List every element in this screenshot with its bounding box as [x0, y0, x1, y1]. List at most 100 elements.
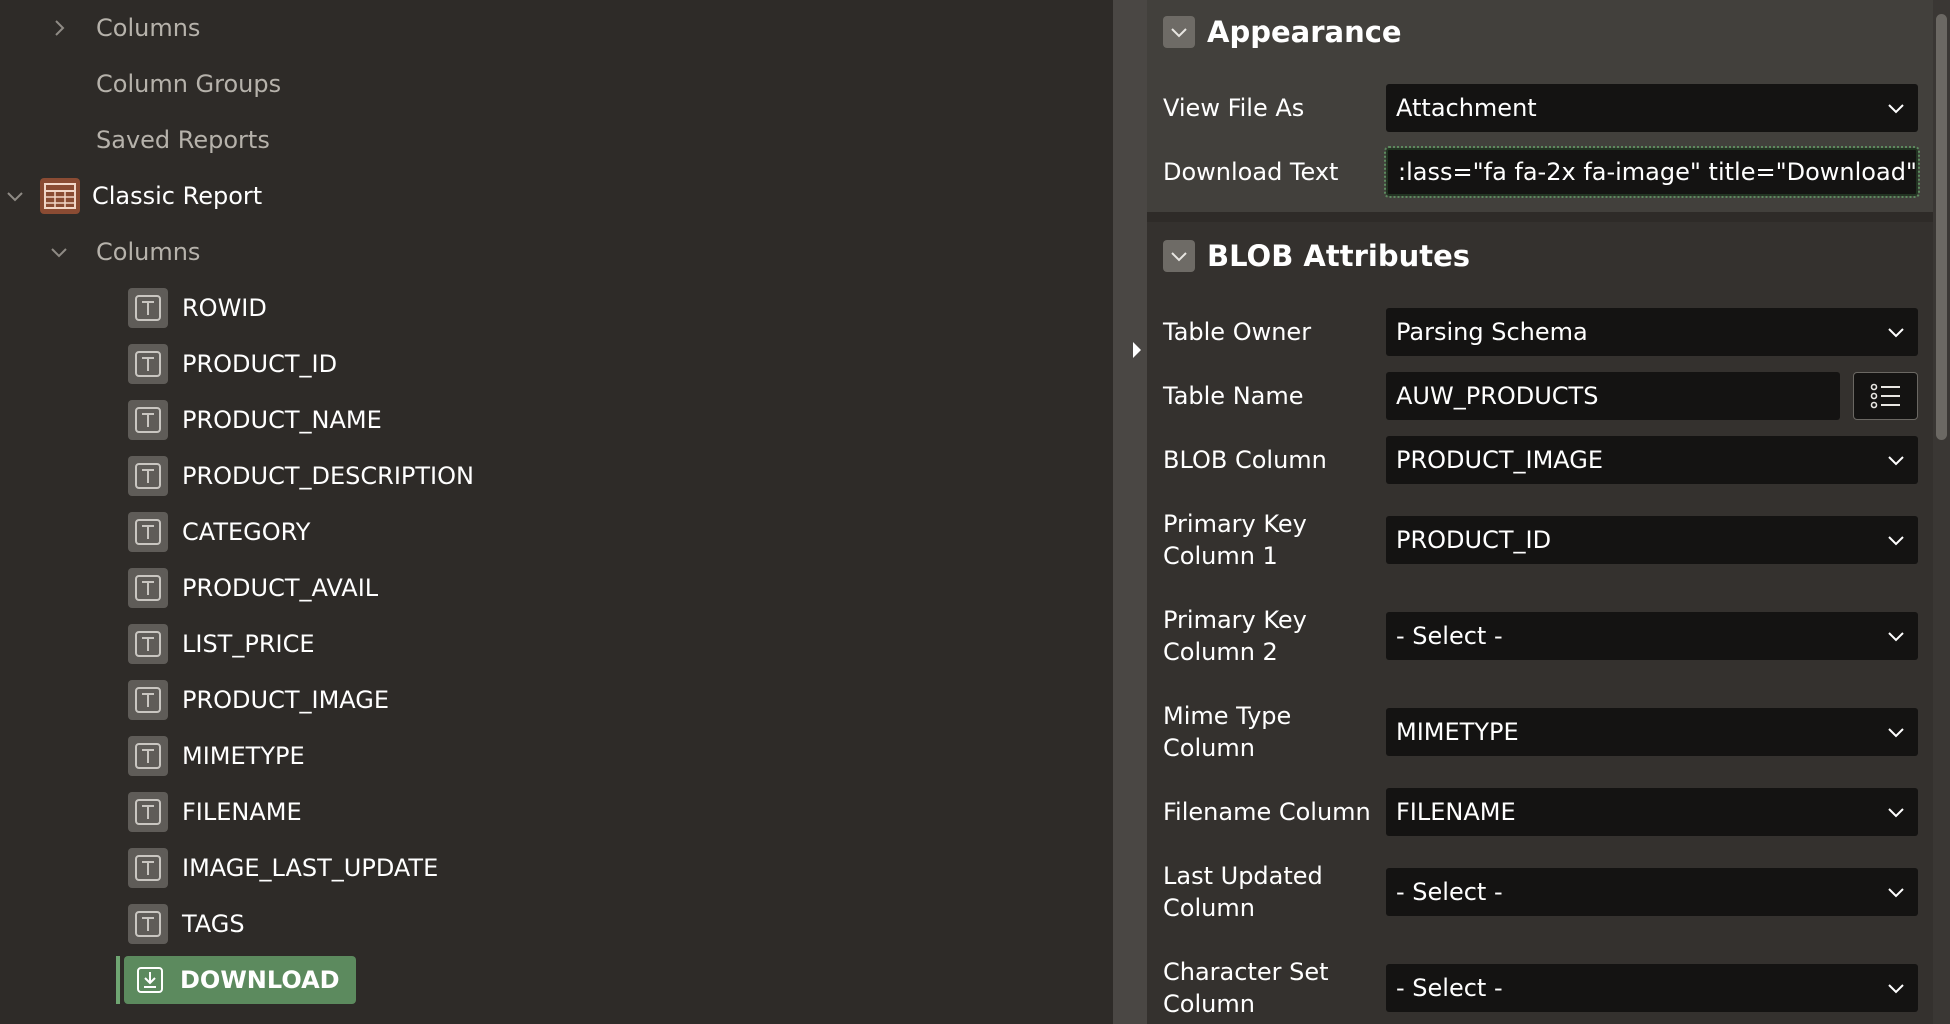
tree-node-label: Saved Reports	[96, 126, 270, 154]
pk1-select[interactable]: PRODUCT_ID	[1386, 516, 1918, 564]
tree-column-item[interactable]: IMAGE_LAST_UPDATE	[0, 840, 1113, 896]
tree-column-label: IMAGE_LAST_UPDATE	[182, 854, 439, 882]
chevron-right-icon[interactable]	[48, 17, 70, 39]
select-value: Parsing Schema	[1396, 318, 1588, 346]
tree-node-saved-reports[interactable]: Saved Reports	[0, 112, 1113, 168]
table-name-label: Table Name	[1163, 382, 1304, 410]
component-tree: Columns Column Groups Saved Reports Clas…	[0, 0, 1113, 1024]
view-file-as-select[interactable]: Attachment	[1386, 84, 1918, 132]
chevron-down-icon	[1884, 800, 1908, 824]
tree-column-label: CATEGORY	[182, 518, 311, 546]
table-owner-label: Table Owner	[1163, 318, 1312, 346]
charset-select[interactable]: - Select -	[1386, 964, 1918, 1012]
label-line: Last Updated	[1163, 862, 1323, 890]
filename-select[interactable]: FILENAME	[1386, 788, 1918, 836]
tree-column-item[interactable]: TAGS	[0, 896, 1113, 952]
tree-column-label: ROWID	[182, 294, 267, 322]
list-icon	[1870, 383, 1900, 409]
tree-node-classic-report[interactable]: Classic Report	[0, 168, 1113, 224]
tree-column-item[interactable]: CATEGORY	[0, 504, 1113, 560]
input-value: :lass="fa fa-2x fa-image" title="Downloa…	[1398, 158, 1917, 186]
tree-column-item[interactable]: ROWID	[0, 280, 1113, 336]
tree-node-columns[interactable]: Columns	[0, 224, 1113, 280]
tree-column-label: PRODUCT_ID	[182, 350, 338, 378]
select-value: - Select -	[1396, 878, 1503, 906]
tree-column-item[interactable]: PRODUCT_ID	[0, 336, 1113, 392]
expand-arrow-icon[interactable]	[1133, 342, 1141, 358]
label-line: Column	[1163, 894, 1255, 922]
table-owner-select[interactable]: Parsing Schema	[1386, 308, 1918, 356]
blob-column-label: BLOB Column	[1163, 446, 1327, 474]
last-updated-label: Last Updated Column	[1163, 860, 1383, 924]
text-column-icon	[128, 344, 168, 384]
panel-splitter[interactable]	[1113, 0, 1147, 1024]
collapse-button[interactable]	[1163, 16, 1195, 48]
pk1-label: Primary Key Column 1	[1163, 508, 1383, 572]
mime-type-label: Mime Type Column	[1163, 700, 1383, 764]
text-column-icon	[128, 848, 168, 888]
last-updated-select[interactable]: - Select -	[1386, 868, 1918, 916]
blob-section-header[interactable]: BLOB Attributes	[1163, 236, 1470, 276]
label-line: Character Set	[1163, 958, 1329, 986]
view-file-as-label: View File As	[1163, 94, 1305, 122]
select-value: FILENAME	[1396, 798, 1516, 826]
tree-node-column-groups[interactable]: Column Groups	[0, 56, 1113, 112]
download-text-input[interactable]: :lass="fa fa-2x fa-image" title="Downloa…	[1384, 146, 1920, 198]
text-column-icon	[128, 288, 168, 328]
tree-node-label: Column Groups	[96, 70, 282, 98]
tree-column-item[interactable]: FILENAME	[0, 784, 1113, 840]
scrollbar-thumb[interactable]	[1936, 14, 1947, 440]
tree-column-item[interactable]: MIMETYPE	[0, 728, 1113, 784]
tree-column-label: DOWNLOAD	[180, 966, 340, 994]
label-line: Primary Key	[1163, 510, 1307, 538]
chevron-down-icon	[1884, 976, 1908, 1000]
table-name-input[interactable]: AUW_PRODUCTS	[1386, 372, 1840, 420]
section-title: BLOB Attributes	[1207, 239, 1471, 273]
tree-column-item[interactable]: PRODUCT_DESCRIPTION	[0, 448, 1113, 504]
tree-column-label: PRODUCT_NAME	[182, 406, 382, 434]
blob-column-select[interactable]: PRODUCT_IMAGE	[1386, 436, 1918, 484]
chevron-down-icon	[1884, 528, 1908, 552]
input-value: AUW_PRODUCTS	[1396, 382, 1599, 410]
tree-node-label: Columns	[96, 238, 201, 266]
tree-column-item[interactable]: PRODUCT_NAME	[0, 392, 1113, 448]
text-column-icon	[128, 792, 168, 832]
text-column-icon	[128, 512, 168, 552]
select-value: PRODUCT_ID	[1396, 526, 1552, 554]
pk2-label: Primary Key Column 2	[1163, 604, 1383, 668]
report-table-icon	[40, 178, 80, 214]
label-line: Column 1	[1163, 542, 1278, 570]
select-value: - Select -	[1396, 974, 1503, 1002]
property-editor: Appearance View File As Attachment Downl…	[1147, 0, 1933, 1024]
tree-column-item[interactable]: PRODUCT_AVAIL	[0, 560, 1113, 616]
tree-column-item-selected[interactable]: DOWNLOAD	[0, 952, 1113, 1008]
label-line: Mime Type	[1163, 702, 1292, 730]
label-line: Column 2	[1163, 638, 1278, 666]
chevron-down-icon	[1884, 320, 1908, 344]
text-column-icon	[128, 624, 168, 664]
tree-column-label: FILENAME	[182, 798, 302, 826]
tree-column-item[interactable]: LIST_PRICE	[0, 616, 1113, 672]
tree-column-label: TAGS	[182, 910, 245, 938]
chevron-down-icon	[1884, 96, 1908, 120]
chevron-down-icon	[1171, 252, 1187, 262]
selected-column-chip[interactable]: DOWNLOAD	[124, 956, 356, 1004]
mime-type-select[interactable]: MIMETYPE	[1386, 708, 1918, 756]
collapse-button[interactable]	[1163, 240, 1195, 272]
download-text-label: Download Text	[1163, 158, 1339, 186]
pk2-select[interactable]: - Select -	[1386, 612, 1918, 660]
tree-column-label: LIST_PRICE	[182, 630, 315, 658]
tree-column-item[interactable]: PRODUCT_IMAGE	[0, 672, 1113, 728]
chevron-down-icon[interactable]	[48, 241, 70, 263]
select-value: MIMETYPE	[1396, 718, 1519, 746]
tree-node-columns-top[interactable]: Columns	[0, 0, 1113, 56]
chevron-down-icon	[1884, 880, 1908, 904]
appearance-section-header[interactable]: Appearance	[1163, 12, 1402, 52]
list-of-values-button[interactable]	[1853, 372, 1918, 420]
group-divider	[1147, 212, 1933, 222]
charset-label: Character Set Column	[1163, 956, 1383, 1020]
chevron-down-icon[interactable]	[4, 185, 26, 207]
tree-column-label: PRODUCT_AVAIL	[182, 574, 379, 602]
filename-label: Filename Column	[1163, 798, 1371, 826]
label-line: Column	[1163, 990, 1255, 1018]
